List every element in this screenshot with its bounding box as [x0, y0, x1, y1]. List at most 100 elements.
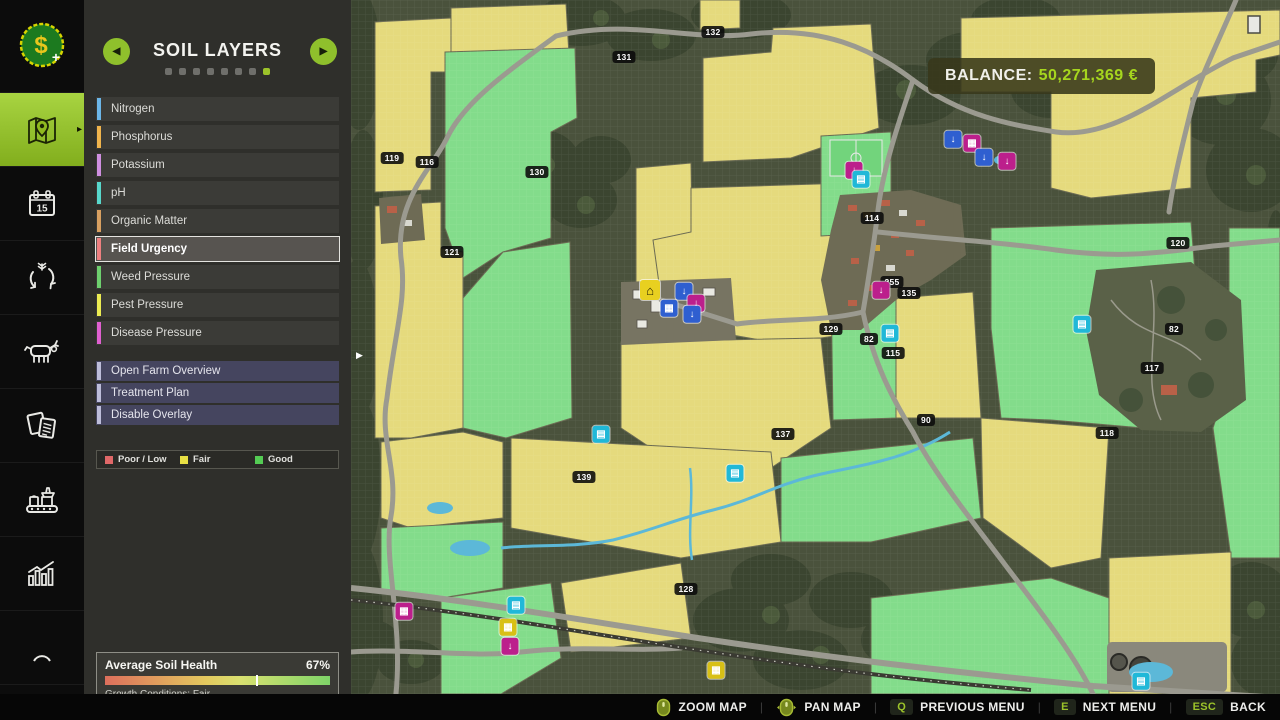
sidebar-item-crop-rotation[interactable] [0, 241, 84, 315]
layer-item[interactable]: Organic Matter [96, 209, 339, 233]
layer-item[interactable]: Weed Pressure [96, 265, 339, 289]
layer-item[interactable]: Potassium [96, 153, 339, 177]
sidebar-item-map[interactable]: ▸ [0, 93, 84, 167]
key-badge: ESC [1186, 699, 1224, 715]
production-marker[interactable]: ↓ [873, 282, 890, 299]
layer-color-bar [97, 266, 101, 288]
svg-text:+: + [52, 49, 60, 65]
layer-label: Weed Pressure [111, 271, 190, 283]
layer-color-bar [97, 210, 101, 232]
page-dot[interactable] [235, 68, 242, 75]
field-number-badge: 128 [674, 583, 697, 595]
farm-home-marker[interactable]: ⌂ [640, 280, 660, 300]
layer-item[interactable]: Phosphorus [96, 125, 339, 149]
control-hint-label: PREVIOUS MENU [920, 700, 1025, 714]
action-button[interactable]: Disable Overlay [96, 405, 339, 425]
production-marker[interactable]: ▦ [396, 603, 413, 620]
layer-item[interactable]: pH [96, 181, 339, 205]
layer-label: Disease Pressure [111, 327, 202, 339]
soil-layers-panel: ◀ SOIL LAYERS ▶ NitrogenPhosphorusPotass… [84, 0, 351, 694]
legend-entry: Poor / Low [105, 454, 180, 465]
layer-color-bar [97, 322, 101, 344]
sell-point-marker[interactable]: ▦ [661, 300, 678, 317]
control-hint-zoom-map[interactable]: ZOOM MAP [656, 698, 746, 717]
world-map[interactable]: 1321311191161301211142551351298211512082… [351, 0, 1280, 694]
control-hint-previous-menu[interactable]: QPREVIOUS MENU [890, 699, 1024, 715]
main-sidebar: $ + ▸ 15 [0, 0, 84, 694]
game-screen: $ + ▸ 15 [0, 0, 1280, 720]
field-number-badge: 119 [381, 152, 404, 164]
action-button[interactable]: Open Farm Overview [96, 361, 339, 381]
station-marker[interactable]: ▤ [593, 426, 610, 443]
layer-label: Phosphorus [111, 131, 172, 143]
production-marker[interactable]: ↓ [502, 638, 519, 655]
page-dot[interactable] [207, 68, 214, 75]
crop-rotation-icon [22, 258, 62, 298]
action-color-bar [97, 406, 101, 424]
station-marker[interactable]: ▤ [882, 325, 899, 342]
station-marker[interactable]: ▤ [1133, 673, 1150, 690]
control-hint-next-menu[interactable]: ENEXT MENU [1054, 699, 1156, 715]
page-dot[interactable] [165, 68, 172, 75]
sidebar-item-statistics[interactable] [0, 537, 84, 611]
station-marker[interactable]: ▤ [727, 465, 744, 482]
field-number-badge: 131 [612, 51, 635, 63]
mouse-pan-icon [776, 698, 797, 717]
layer-label: Organic Matter [111, 215, 187, 227]
page-dot[interactable] [179, 68, 186, 75]
svg-text:15: 15 [36, 203, 48, 214]
control-hint-label: ZOOM MAP [678, 700, 746, 714]
junction-marker[interactable]: ▦ [708, 662, 725, 679]
page-dot[interactable] [249, 68, 256, 75]
panel-expand-arrow[interactable]: ▶ [356, 350, 363, 361]
sidebar-item-calendar[interactable]: 15 [0, 167, 84, 241]
panel-actions: Open Farm Overview Treatment PlanDisable … [96, 361, 339, 427]
legend-swatch [180, 456, 188, 464]
separator: | [874, 700, 877, 714]
field-number-badge: 114 [861, 212, 884, 224]
control-hint-pan-map[interactable]: PAN MAP [776, 698, 861, 717]
sidebar-item-production[interactable] [0, 463, 84, 537]
layer-item[interactable]: Nitrogen [96, 97, 339, 121]
field-number-badge: 129 [819, 323, 842, 335]
sidebar-item-more[interactable] [0, 611, 84, 685]
action-button[interactable]: Treatment Plan [96, 383, 339, 403]
layer-color-bar [97, 98, 101, 120]
layer-label: Field Urgency [111, 243, 187, 255]
mouse-zoom-icon [656, 698, 671, 717]
sidebar-item-finances[interactable]: $ + [0, 0, 84, 93]
page-dot[interactable] [193, 68, 200, 75]
layer-item[interactable]: Field Urgency [96, 237, 339, 261]
legend-swatch [105, 456, 113, 464]
sell-point-marker[interactable]: ↓ [684, 306, 701, 323]
sidebar-item-contracts[interactable] [0, 389, 84, 463]
production-marker[interactable]: ↓ [999, 153, 1016, 170]
layer-item[interactable]: Pest Pressure [96, 293, 339, 317]
balance-value: 50,271,369 € [1039, 67, 1138, 84]
station-marker[interactable]: ▤ [508, 597, 525, 614]
map-icon [22, 110, 62, 150]
layer-label: Pest Pressure [111, 299, 183, 311]
separator: | [1169, 700, 1172, 714]
field-number-badge: 115 [882, 347, 905, 359]
active-tab-pointer: ▸ [77, 125, 82, 135]
junction-marker[interactable]: ▦ [500, 619, 517, 636]
station-marker[interactable]: ▤ [1074, 316, 1091, 333]
balance-label: BALANCE: [945, 67, 1033, 84]
layer-label: Potassium [111, 159, 165, 171]
statistics-icon [21, 554, 63, 594]
sidebar-item-animals[interactable] [0, 315, 84, 389]
more-icon [22, 633, 62, 663]
station-marker[interactable]: ▤ [853, 171, 870, 188]
action-label: Open Farm Overview [111, 365, 220, 377]
sell-point-marker[interactable]: ↓ [945, 131, 962, 148]
action-color-bar [97, 384, 101, 402]
page-dot[interactable] [221, 68, 228, 75]
control-hint-back[interactable]: ESCBACK [1186, 699, 1266, 715]
page-next-button[interactable]: ▶ [310, 38, 337, 65]
sell-point-marker[interactable]: ↓ [976, 149, 993, 166]
soil-health-bar [105, 676, 330, 685]
field-number-badge: 118 [1096, 427, 1119, 439]
page-dot[interactable] [263, 68, 270, 75]
layer-item[interactable]: Disease Pressure [96, 321, 339, 345]
